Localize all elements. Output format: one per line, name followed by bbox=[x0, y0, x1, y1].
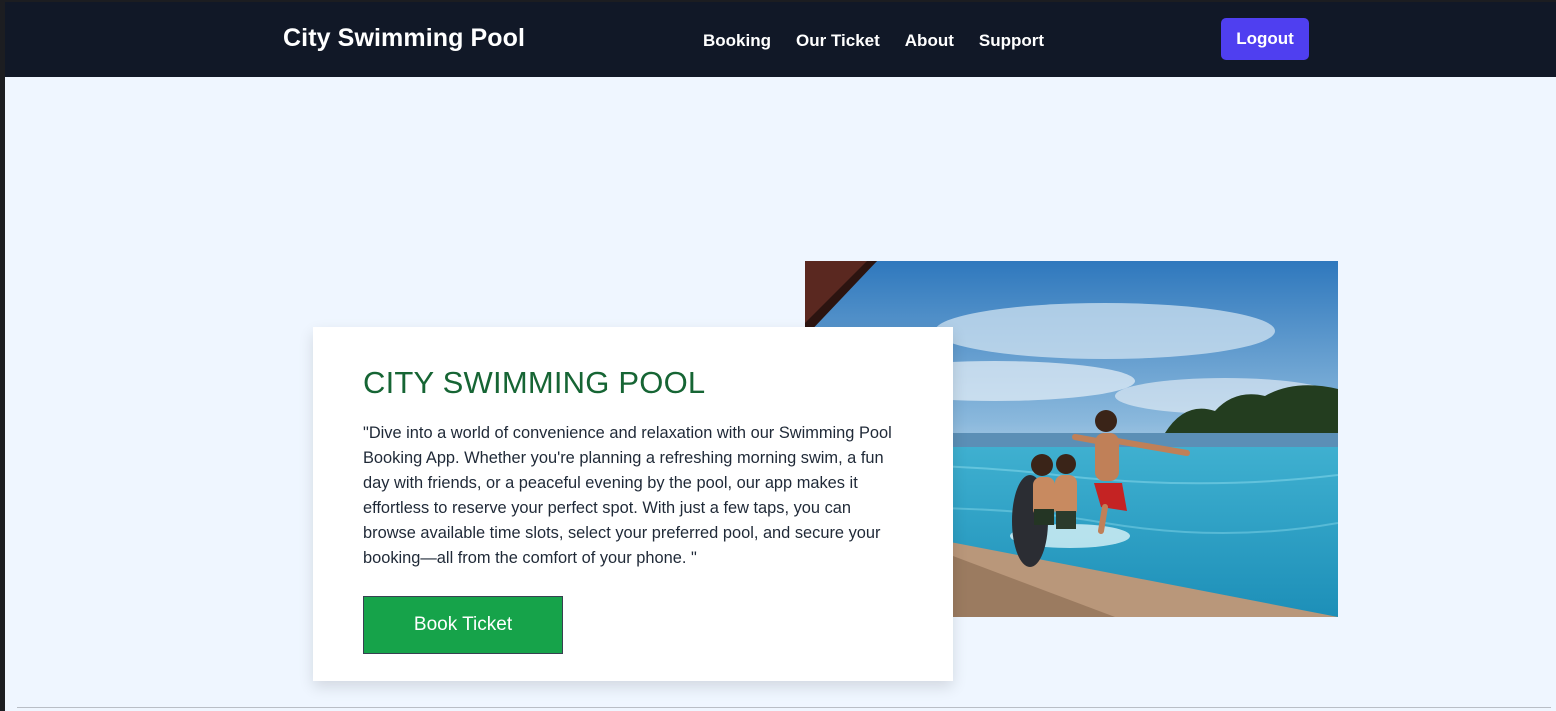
nav-link-our-ticket[interactable]: Our Ticket bbox=[796, 31, 880, 51]
hero-description: "Dive into a world of convenience and re… bbox=[363, 424, 892, 567]
hero-card: CITY SWIMMING POOL "Dive into a world of… bbox=[313, 327, 953, 681]
book-ticket-button[interactable]: Book Ticket bbox=[363, 596, 563, 654]
main-nav: Booking Our Ticket About Support bbox=[703, 31, 1044, 51]
nav-link-support[interactable]: Support bbox=[979, 31, 1044, 51]
divider bbox=[17, 707, 1551, 708]
logout-button[interactable]: Logout bbox=[1221, 18, 1309, 60]
nav-link-booking[interactable]: Booking bbox=[703, 31, 771, 51]
app-window: City Swimming Pool Booking Our Ticket Ab… bbox=[5, 2, 1556, 711]
nav-link-about[interactable]: About bbox=[905, 31, 954, 51]
site-brand[interactable]: City Swimming Pool bbox=[283, 24, 525, 53]
hero-title: CITY SWIMMING POOL bbox=[363, 365, 706, 400]
navbar: City Swimming Pool Booking Our Ticket Ab… bbox=[5, 2, 1556, 77]
